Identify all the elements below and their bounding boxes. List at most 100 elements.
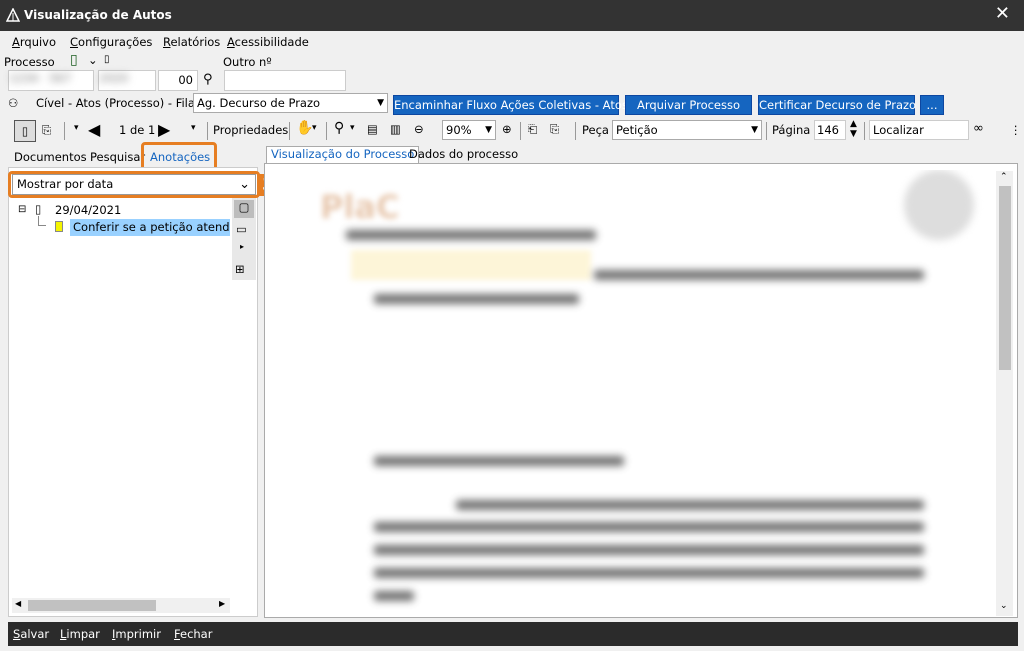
info-icon[interactable]: ▯ [104,54,110,65]
zoom-dropdown-icon[interactable]: ▾ [350,123,355,133]
chevron-down-icon[interactable]: ⌄ [88,53,98,67]
last-page-icon[interactable]: ▾ [191,123,196,133]
blurred-text [374,591,414,601]
toolbar-separator [864,122,865,140]
menu-bar: Arquivo Configurações Relatórios Acessib… [0,31,1024,53]
peca-label: Peça [582,123,609,137]
blurred-text [374,456,624,466]
fila-label: Cível - Atos (Processo) - Fila: [36,96,199,110]
window-title: Visualização de Autos [24,8,172,22]
toolbar-separator [207,122,208,140]
toolbar-separator [326,122,327,140]
fit-width-icon[interactable]: ▤ [367,122,378,136]
split-icon[interactable]: ⎘ [550,122,559,137]
footer-bar: Salvar Limpar Imprimir Fechar [8,622,1018,646]
zoom-select[interactable]: 90% ▼ [442,120,496,140]
hscroll-thumb[interactable] [28,600,156,611]
page-of-label: 1 de 1 [119,123,156,137]
toolbar-separator [289,122,290,140]
first-page-icon[interactable]: ▾ [74,123,79,133]
menu-arquivo[interactable]: Arquivo [12,35,56,49]
app-icon [6,8,20,22]
blurred-text [374,294,579,304]
fechar-button[interactable]: Fechar [174,627,212,641]
toolbar: ▯ ⎘ ▾ ◀ 1 de 1 ▶ ▾ Propriedades ✋ ▾ ⚲ ▾ … [0,117,1024,143]
processo-field-part2[interactable]: 2020 [98,70,156,91]
close-icon[interactable]: ✕ [995,5,1010,23]
blurred-text [456,500,924,510]
search-icon[interactable]: ⚲ [203,72,213,87]
highlight-box-filter [8,171,260,198]
imprimir-button[interactable]: Imprimir [112,627,161,641]
page-view-icon[interactable]: ▯ [14,120,36,142]
document-page[interactable]: PlaC [276,170,992,616]
processo-field-part1[interactable]: 1234 · 567 [8,70,94,91]
processo-field-part3[interactable]: 00 [158,70,198,91]
more-button[interactable]: ... [920,95,944,115]
rotate-icon[interactable]: ⎗ [528,122,537,137]
expand-icon[interactable]: ▸ [240,242,244,251]
zoom-in-icon[interactable]: ⊕ [502,122,512,136]
scroll-right-icon[interactable]: ▶ [219,599,225,608]
scroll-left-icon[interactable]: ◀ [15,599,21,608]
hand-dropdown-icon[interactable]: ▾ [312,123,317,133]
next-page-icon[interactable]: ▶ [158,120,170,139]
tab-visualizacao[interactable]: Visualização do Processo [266,146,420,163]
certificar-button[interactable]: Certificar Decurso de Prazo [758,95,916,115]
limpar-button[interactable]: Limpar [60,627,100,641]
zoom-tool-icon[interactable]: ⚲ [334,120,344,136]
more-toolbar-icon[interactable]: ⋮ [1010,123,1022,137]
outro-field[interactable] [224,70,346,91]
arquivar-button[interactable]: Arquivar Processo [625,95,752,115]
comment-icon[interactable]: ▭ [236,222,247,236]
toolbar-separator [64,122,65,140]
scroll-up-icon[interactable]: ⌃ [1000,172,1008,182]
watermark-logo: PlaC [320,188,400,226]
tab-dados[interactable]: Dados do processo [409,147,518,161]
users-icon: ⚇ [8,96,19,110]
note-icon [55,221,63,232]
header-stamp [351,250,591,280]
tab-documentos[interactable]: Documentos [14,150,87,164]
seal-image [904,170,974,240]
binoculars-icon[interactable]: ∞ [973,121,984,136]
vscroll-thumb[interactable] [999,186,1011,370]
blurred-text [594,270,924,280]
fit-page-icon[interactable]: ▥ [390,122,401,136]
menu-configuracoes[interactable]: Configurações [70,35,152,49]
pan-doc-icon[interactable]: ⎘ [42,123,51,138]
tab-pesquisar[interactable]: Pesquisar [90,150,145,164]
tree-connector [38,216,46,226]
add-note-icon[interactable]: ⊞ [235,262,245,276]
blurred-text [374,522,924,532]
salvar-button[interactable]: Salvar [13,627,49,641]
pagina-label: Página [772,123,811,137]
new-doc-icon[interactable]: ▯ [70,52,78,68]
title-bar: Visualização de Autos ✕ [0,0,1024,31]
tree-note-item[interactable]: Conferir se a petição atende ao [70,219,230,236]
fila-select[interactable]: Ag. Decurso de Prazo ▼ [193,93,388,113]
tree-collapse-icon[interactable]: ⊟ [18,204,26,215]
properties-button[interactable]: Propriedades [213,123,288,137]
toolbar-separator [520,122,521,140]
sticky-note-icon[interactable]: ▢ [234,200,254,218]
outro-label: Outro nº [223,55,272,69]
pagina-input[interactable]: 146 [814,120,846,140]
toolbar-separator [766,122,767,140]
zoom-out-icon[interactable]: ⊖ [414,122,424,136]
scroll-down-icon[interactable]: ⌄ [1000,601,1008,611]
document-icon: ▯ [35,202,42,216]
tree-date[interactable]: 29/04/2021 [55,203,121,217]
blurred-text [374,545,924,555]
page-spinner-icon[interactable]: ▲ ▼ [850,119,857,139]
menu-acessibilidade[interactable]: Acessibilidade [227,35,309,49]
toolbar-separator [575,122,576,140]
prev-page-icon[interactable]: ◀ [88,120,100,139]
hand-icon[interactable]: ✋ [296,120,313,136]
peca-select[interactable]: Petição ▼ [612,120,762,140]
menu-relatorios[interactable]: Relatórios [163,35,220,49]
encaminhar-button[interactable]: Encaminhar Fluxo Ações Coletivas - Atos [393,95,628,115]
processo-label: Processo [4,55,55,69]
blurred-text [346,230,596,240]
localizar-input[interactable]: Localizar [869,120,969,140]
